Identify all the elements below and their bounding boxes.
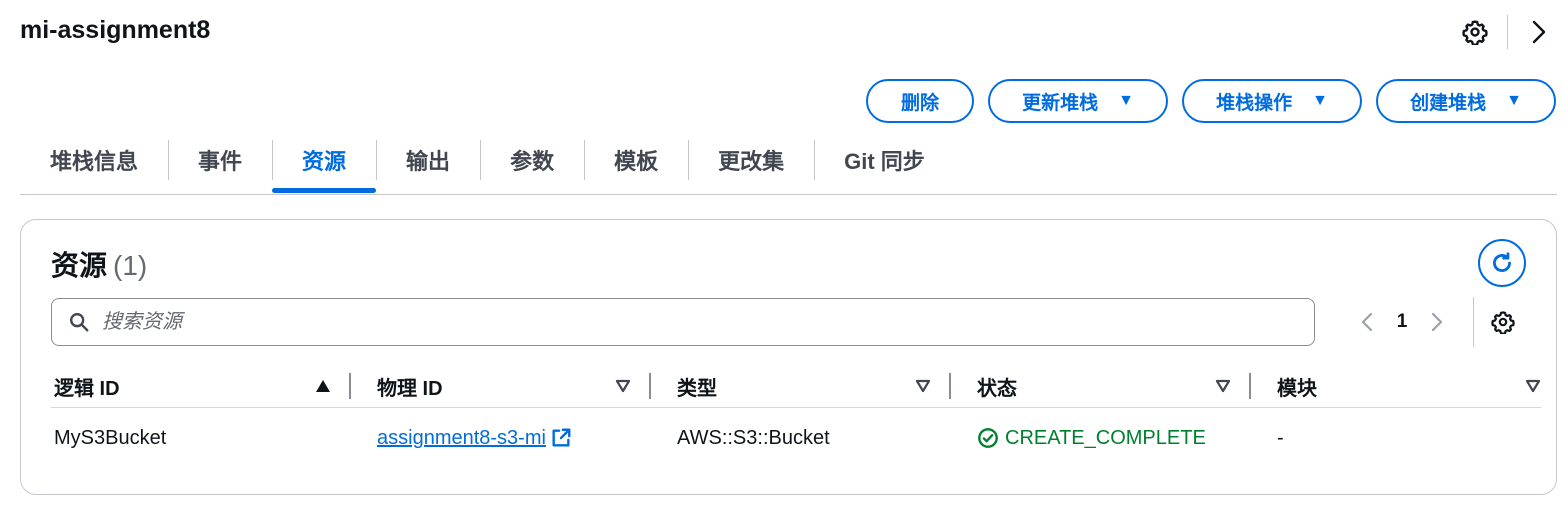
page-title: mi-assignment8 (20, 16, 211, 44)
column-header-physical-id[interactable]: 物理 ID (351, 365, 651, 407)
header-divider (1507, 15, 1508, 49)
chevron-right-icon[interactable] (1522, 16, 1554, 48)
column-header-label: 状态 (977, 377, 1017, 400)
table-preferences-button[interactable] (1486, 305, 1520, 339)
delete-button[interactable]: 删除 (866, 79, 974, 123)
physical-id-link[interactable]: assignment8-s3-mi (377, 427, 572, 450)
sort-descending-icon[interactable] (915, 379, 931, 393)
sort-ascending-icon[interactable] (315, 379, 331, 393)
refresh-icon (1493, 252, 1511, 272)
resources-panel: 资源(1) 1 (20, 219, 1557, 495)
tab-events[interactable]: 事件 (168, 134, 272, 186)
cell-physical-id: assignment8-s3-mi (351, 427, 651, 450)
tab-parameters[interactable]: 参数 (480, 134, 584, 186)
resources-heading: 资源 (1) (51, 244, 147, 284)
check-circle-icon (978, 428, 998, 448)
sort-descending-icon[interactable] (1525, 379, 1541, 393)
resource-search-field[interactable] (51, 298, 1315, 346)
status-text: CREATE_COMPLETE (1005, 426, 1206, 449)
delete-button-label: 删除 (900, 92, 939, 114)
cell-type: AWS::S3::Bucket (677, 426, 830, 449)
tab-resources[interactable]: 资源 (272, 134, 377, 193)
cell-module: - (1277, 426, 1284, 449)
column-header-label: 模块 (1277, 377, 1317, 400)
column-header-module[interactable]: 模块 (1251, 365, 1541, 407)
column-header-label: 类型 (677, 377, 717, 400)
stack-actions-bar: 删除 更新堆栈 ▼ 堆栈操作 ▼ 创建堆栈 ▼ (866, 79, 1556, 123)
column-header-status[interactable]: 状态 (951, 365, 1251, 407)
previous-page-button[interactable] (1351, 305, 1385, 339)
chevron-left-icon (1361, 312, 1373, 332)
tab-template[interactable]: 模板 (584, 134, 688, 186)
resources-title: 资源 (51, 250, 108, 281)
pager-divider (1473, 297, 1474, 347)
cell-logical-id: MyS3Bucket (54, 426, 167, 449)
tab-git-sync[interactable]: Git 同步 (814, 134, 955, 186)
column-header-label: 逻辑 ID (54, 377, 120, 400)
tab-outputs[interactable]: 输出 (376, 134, 480, 186)
external-link-icon (552, 428, 571, 447)
caret-down-icon: ▼ (1312, 92, 1328, 109)
page-number[interactable]: 1 (1385, 311, 1419, 333)
sort-descending-icon[interactable] (615, 379, 631, 393)
pagination: 1 (1351, 297, 1520, 347)
create-stack-button[interactable]: 创建堆栈 ▼ (1376, 79, 1556, 123)
table-row: MyS3Bucket assignment8-s3-mi AWS::S3::Bu… (51, 408, 1541, 468)
cloudformation-stack-page: mi-assignment8 删除 更新堆栈 ▼ 堆栈操作 ▼ 创建堆栈 ▼ 堆… (0, 0, 1564, 506)
sort-descending-icon[interactable] (1215, 379, 1231, 393)
search-icon (70, 313, 89, 332)
column-header-label: 物理 ID (377, 377, 443, 400)
next-page-button[interactable] (1419, 305, 1453, 339)
stack-actions-button[interactable]: 堆栈操作 ▼ (1182, 79, 1362, 123)
caret-down-icon: ▼ (1118, 92, 1134, 109)
search-input[interactable] (100, 309, 1314, 335)
refresh-button[interactable] (1478, 239, 1526, 287)
update-stack-button-label: 更新堆栈 (1022, 92, 1099, 114)
header-utilities (1459, 14, 1554, 50)
caret-down-icon: ▼ (1506, 92, 1522, 109)
resources-table: 逻辑 ID 物理 ID 类型 状态 模块 MyS3Bucket assignme… (51, 365, 1541, 468)
create-stack-button-label: 创建堆栈 (1410, 92, 1487, 114)
stack-actions-button-label: 堆栈操作 (1216, 92, 1293, 114)
table-header: 逻辑 ID 物理 ID 类型 状态 模块 (51, 365, 1541, 408)
gear-icon (1491, 311, 1515, 334)
column-header-logical-id[interactable]: 逻辑 ID (51, 365, 351, 407)
column-header-type[interactable]: 类型 (651, 365, 951, 407)
resources-count: (1) (113, 250, 148, 281)
cell-status: CREATE_COMPLETE (951, 427, 1251, 450)
status-indicator: CREATE_COMPLETE (977, 427, 1206, 450)
physical-id-link-text: assignment8-s3-mi (377, 426, 546, 449)
update-stack-button[interactable]: 更新堆栈 ▼ (988, 79, 1168, 123)
stack-tabs: 堆栈信息 事件 资源 输出 参数 模板 更改集 Git 同步 (20, 134, 1557, 195)
gear-icon[interactable] (1459, 16, 1491, 48)
chevron-right-icon (1431, 312, 1443, 332)
tab-stack-info[interactable]: 堆栈信息 (20, 134, 168, 186)
tab-change-sets[interactable]: 更改集 (688, 134, 814, 186)
